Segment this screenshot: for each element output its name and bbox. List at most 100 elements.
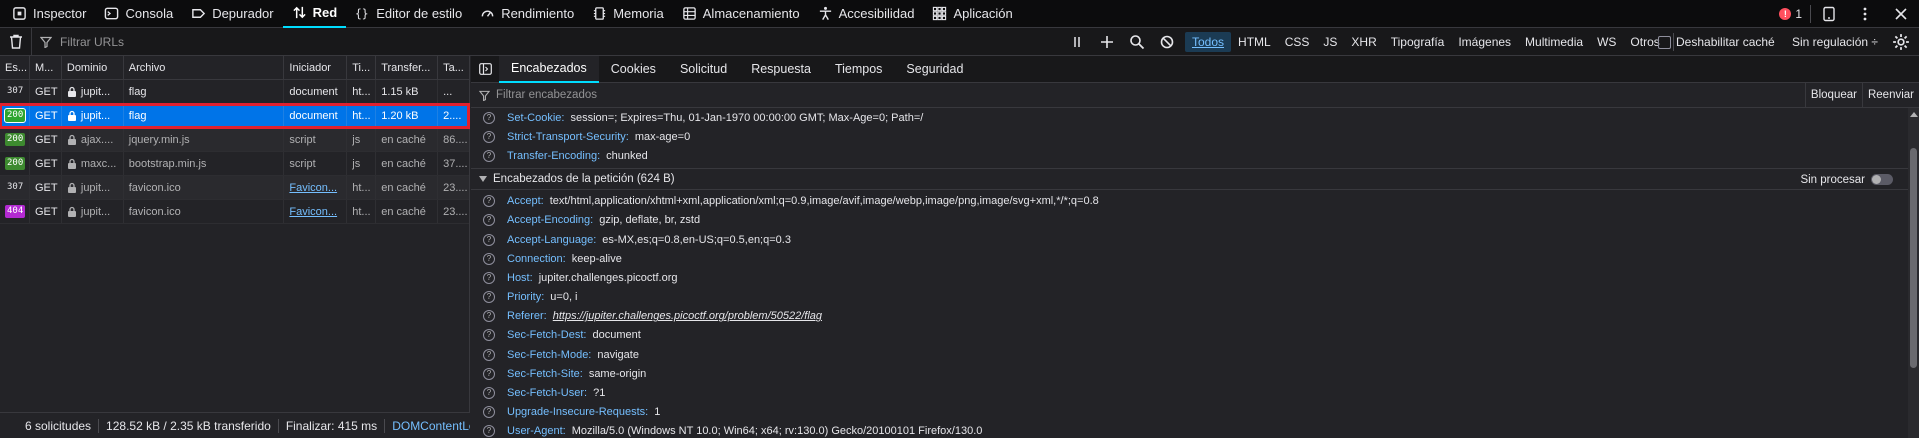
tab-memory[interactable]: Memoria	[583, 0, 673, 28]
resend-button[interactable]: Reenviar	[1861, 83, 1919, 107]
type-filter-html[interactable]: HTML	[1231, 32, 1278, 52]
header-value: document	[592, 329, 641, 342]
help-icon[interactable]: ?	[483, 214, 495, 227]
disable-cache-checkbox[interactable]	[1658, 35, 1671, 49]
help-icon[interactable]: ?	[483, 130, 495, 143]
tab-network[interactable]: Red	[282, 0, 347, 28]
method-cell: GET	[30, 176, 62, 199]
help-icon[interactable]: ?	[483, 329, 495, 342]
tab-headers[interactable]: Encabezados	[499, 55, 599, 83]
header-name: Accept:	[507, 195, 544, 208]
tab-debugger[interactable]: Depurador	[182, 0, 282, 28]
help-icon[interactable]: ?	[483, 367, 495, 380]
header-name: Sec-Fetch-Dest:	[507, 329, 587, 342]
options-menu-icon[interactable]	[1857, 6, 1873, 22]
tab-performance[interactable]: Rendimiento	[471, 0, 583, 28]
transferred-cell: en caché	[376, 176, 439, 199]
header-filter-input[interactable]: Filtrar encabezados	[496, 89, 597, 101]
initiator-link[interactable]: Favicon...	[289, 182, 337, 194]
table-row[interactable]: 200 GET ajax.... jquery.min.js script js…	[0, 128, 469, 152]
tab-security[interactable]: Seguridad	[894, 56, 975, 83]
tab-inspector[interactable]: Inspector	[0, 0, 95, 28]
help-icon[interactable]: ?	[483, 149, 495, 162]
col-status[interactable]: Es...	[0, 56, 30, 79]
block-button[interactable]: Bloquear	[1804, 83, 1862, 107]
method-cell: GET	[30, 80, 62, 103]
tab-request[interactable]: Solicitud	[668, 56, 739, 83]
type-filter-css[interactable]: CSS	[1278, 32, 1317, 52]
scroll-up-icon[interactable]	[1910, 112, 1918, 117]
tab-application[interactable]: Aplicación	[923, 0, 1021, 28]
expand-arrow-icon	[479, 175, 487, 182]
tab-storage[interactable]: Almacenamiento	[673, 0, 809, 28]
help-icon[interactable]: ?	[483, 195, 495, 208]
status-badge: 307	[7, 86, 24, 96]
header-value: jupiter.challenges.picoctf.org	[538, 271, 678, 284]
col-type[interactable]: Ti...	[347, 56, 377, 79]
type-filter-ws[interactable]: WS	[1590, 32, 1623, 52]
search-icon[interactable]	[1129, 34, 1145, 50]
raw-toggle[interactable]: Sin procesar	[1800, 169, 1893, 191]
tab-accessibility[interactable]: Accesibilidad	[809, 0, 924, 28]
help-icon[interactable]: ?	[483, 252, 495, 265]
header-name: User-Agent:	[507, 425, 566, 438]
help-icon[interactable]: ?	[483, 271, 495, 284]
help-icon[interactable]: ?	[483, 111, 495, 124]
devtools-toolbar: Inspector Consola Depurador Red {} Edito…	[0, 0, 1919, 28]
method-cell: GET	[30, 200, 62, 223]
help-icon[interactable]: ?	[483, 310, 495, 323]
headers-scrollbar[interactable]	[1908, 108, 1919, 438]
help-icon[interactable]: ?	[483, 425, 495, 438]
type-filter-xhr[interactable]: XHR	[1344, 32, 1383, 52]
type-filter-images[interactable]: Imágenes	[1451, 32, 1518, 52]
table-row-selected[interactable]: 200 GET jupit... flag document ht... 1.2…	[0, 103, 470, 129]
toggle-panel-button[interactable]	[471, 63, 499, 75]
request-headers-section[interactable]: Encabezados de la petición (624 B) Sin p…	[471, 167, 1919, 191]
initiator-link[interactable]: Favicon...	[289, 206, 337, 218]
toggle-switch[interactable]	[1871, 174, 1893, 186]
help-icon[interactable]: ?	[483, 233, 495, 246]
tab-cookies[interactable]: Cookies	[599, 56, 668, 83]
scrollbar-thumb[interactable]	[1910, 148, 1917, 368]
domain-text: jupit...	[80, 85, 111, 98]
help-icon[interactable]: ?	[483, 406, 495, 419]
help-icon[interactable]: ?	[483, 387, 495, 400]
initiator-cell: script	[284, 128, 348, 151]
col-file[interactable]: Archivo	[124, 56, 285, 79]
help-icon[interactable]: ?	[483, 348, 495, 361]
help-icon[interactable]: ?	[483, 291, 495, 304]
filter-actions	[1062, 28, 1187, 56]
error-count-indicator[interactable]: ! 1	[1779, 7, 1802, 21]
col-size[interactable]: Ta...	[438, 56, 469, 79]
col-initiator[interactable]: Iniciador	[284, 56, 348, 79]
table-row[interactable]: 307 GET jupit... flag document ht... 1.1…	[0, 80, 469, 104]
url-filter-input[interactable]: Filtrar URLs	[32, 35, 1062, 49]
header-value: ?1	[593, 387, 606, 400]
referer-link[interactable]: https://jupiter.challenges.picoctf.org/p…	[553, 310, 822, 322]
gear-icon[interactable]	[1892, 33, 1910, 51]
table-row[interactable]: 307 GET jupit... favicon.ico Favicon... …	[0, 176, 469, 200]
col-domain[interactable]: Dominio	[62, 56, 124, 79]
tab-console[interactable]: Consola	[95, 0, 182, 28]
col-transferred[interactable]: Transfer...	[376, 56, 439, 79]
close-icon[interactable]	[1893, 6, 1909, 22]
throttling-select[interactable]: Sin regulación ÷	[1792, 28, 1878, 56]
block-icon[interactable]	[1159, 34, 1175, 50]
col-method[interactable]: M...	[30, 56, 62, 79]
pause-icon[interactable]	[1069, 34, 1085, 50]
header-value: 1	[654, 406, 661, 419]
transferred-cell: en caché	[376, 152, 439, 175]
add-filter-icon[interactable]	[1099, 34, 1115, 50]
tab-response[interactable]: Respuesta	[739, 56, 823, 83]
tab-style-editor[interactable]: {} Editor de estilo	[346, 0, 471, 28]
type-filter-js[interactable]: JS	[1316, 32, 1344, 52]
responsive-design-icon[interactable]	[1821, 6, 1837, 22]
tab-timings[interactable]: Tiempos	[823, 56, 894, 83]
clear-requests-button[interactable]	[0, 27, 32, 56]
type-filter-media[interactable]: Multimedia	[1518, 32, 1590, 52]
type-filter-fonts[interactable]: Tipografía	[1384, 32, 1452, 52]
table-row[interactable]: 200 GET maxc... bootstrap.min.js script …	[0, 152, 469, 176]
table-row[interactable]: 404 GET jupit... favicon.ico Favicon... …	[0, 200, 469, 224]
disable-cache-toggle[interactable]: Deshabilitar caché	[1658, 28, 1775, 56]
type-filter-all[interactable]: Todos	[1185, 32, 1232, 52]
